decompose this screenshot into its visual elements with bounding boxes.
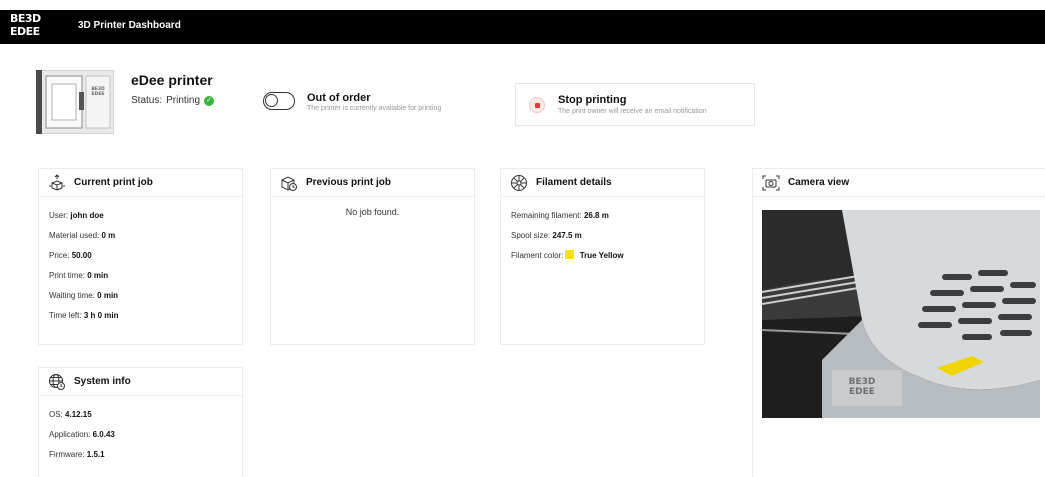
- field-label: User:: [49, 211, 69, 220]
- system-firmware: Firmware: 1.5.1: [49, 446, 232, 466]
- box-clock-icon: [280, 174, 298, 192]
- out-of-order-control: Out of order The printer is currently av…: [263, 92, 441, 112]
- camera-logo-line-1: BE3D: [849, 377, 876, 387]
- field-label: Waiting time:: [49, 291, 95, 300]
- status-label: Status:: [131, 95, 163, 106]
- system-info-card: System info OS: 4.12.15 Application: 6.0…: [38, 367, 243, 477]
- field-label: Spool size:: [511, 231, 551, 240]
- previous-print-job-title: Previous print job: [306, 177, 392, 188]
- field-value: 0 min: [97, 291, 119, 300]
- stop-printing-button[interactable]: Stop printing The print owner will recei…: [515, 83, 755, 126]
- toggle-knob: [265, 94, 278, 107]
- system-application: Application: 6.0.43: [49, 426, 232, 446]
- printer-logo-line-2: EDEE: [92, 91, 105, 97]
- field-value: 247.5 m: [552, 231, 582, 240]
- filament-details-card: Filament details Remaining filament: 26.…: [500, 168, 705, 345]
- job-field-user: User: john doe: [49, 207, 232, 227]
- filament-color: Filament color: True Yellow: [511, 247, 694, 267]
- printer-image: BE3D EDEE: [36, 70, 114, 134]
- job-field-material: Material used: 0 m: [49, 227, 232, 247]
- field-label: OS:: [49, 410, 63, 419]
- field-value: 4.12.15: [65, 410, 92, 419]
- field-label: Price:: [49, 251, 70, 260]
- field-value: john doe: [70, 211, 104, 220]
- previous-print-job-card: Previous print job No job found.: [270, 168, 475, 345]
- camera-feed-image: BE3D EDEE: [762, 210, 1040, 418]
- field-label: Application:: [49, 430, 91, 439]
- system-info-title: System info: [74, 376, 131, 387]
- system-os: OS: 4.12.15: [49, 406, 232, 426]
- field-value: 26.8 m: [583, 211, 609, 220]
- top-bar: BE3D EDEE 3D Printer Dashboard: [0, 10, 1045, 44]
- current-print-job-title: Current print job: [74, 177, 153, 188]
- status-value: Printing: [166, 95, 201, 106]
- field-label: Firmware:: [49, 450, 85, 459]
- field-value: 0 min: [87, 271, 109, 280]
- job-field-time-left: Time left: 3 h 0 min: [49, 307, 232, 327]
- job-field-print-time: Print time: 0 min: [49, 267, 232, 287]
- filament-remaining: Remaining filament: 26.8 m: [511, 207, 694, 227]
- camera-icon: [762, 174, 780, 192]
- field-value: 1.5.1: [86, 450, 105, 459]
- check-circle-icon: ✓: [204, 95, 215, 106]
- field-label: Material used:: [49, 231, 100, 240]
- field-value: 3 h 0 min: [83, 311, 119, 320]
- logo-line-1: BE3D: [10, 12, 41, 25]
- color-swatch: [565, 250, 575, 259]
- be3d-logo[interactable]: BE3D EDEE: [10, 12, 44, 42]
- filament-details-title: Filament details: [536, 177, 612, 188]
- stop-printing-description: The print owner will receive an email no…: [558, 108, 707, 115]
- stop-printing-label: Stop printing: [558, 94, 627, 106]
- globe-clock-icon: [48, 373, 66, 391]
- printer-status: Status: Printing ✓: [131, 95, 215, 106]
- camera-view-title: Camera view: [788, 177, 850, 188]
- field-label: Print time:: [49, 271, 86, 280]
- field-value: 6.0.43: [92, 430, 115, 439]
- field-value: 50.00: [71, 251, 92, 260]
- out-of-order-label: Out of order: [307, 92, 371, 104]
- box-arrows-icon: [48, 173, 66, 192]
- out-of-order-toggle[interactable]: [263, 92, 295, 110]
- out-of-order-description: The printer is currently available for p…: [307, 105, 442, 112]
- field-value: True Yellow: [579, 251, 624, 260]
- camera-logo-line-2: EDEE: [849, 387, 875, 397]
- job-field-price: Price: 50.00: [49, 247, 232, 267]
- current-print-job-card: Current print job User: john doe Materia…: [38, 168, 243, 345]
- job-field-waiting-time: Waiting time: 0 min: [49, 287, 232, 307]
- logo-line-2: EDEE: [10, 25, 40, 38]
- printer-name: eDee printer: [131, 72, 213, 88]
- spool-icon: [510, 174, 528, 192]
- field-label: Remaining filament:: [511, 211, 582, 220]
- field-label: Time left:: [49, 311, 82, 320]
- app-title: 3D Printer Dashboard: [78, 20, 181, 31]
- filament-spool-size: Spool size: 247.5 m: [511, 227, 694, 247]
- field-label: Filament color:: [511, 251, 564, 260]
- stop-icon: [529, 97, 545, 113]
- field-value: 0 m: [101, 231, 116, 240]
- no-job-message: No job found.: [345, 207, 400, 217]
